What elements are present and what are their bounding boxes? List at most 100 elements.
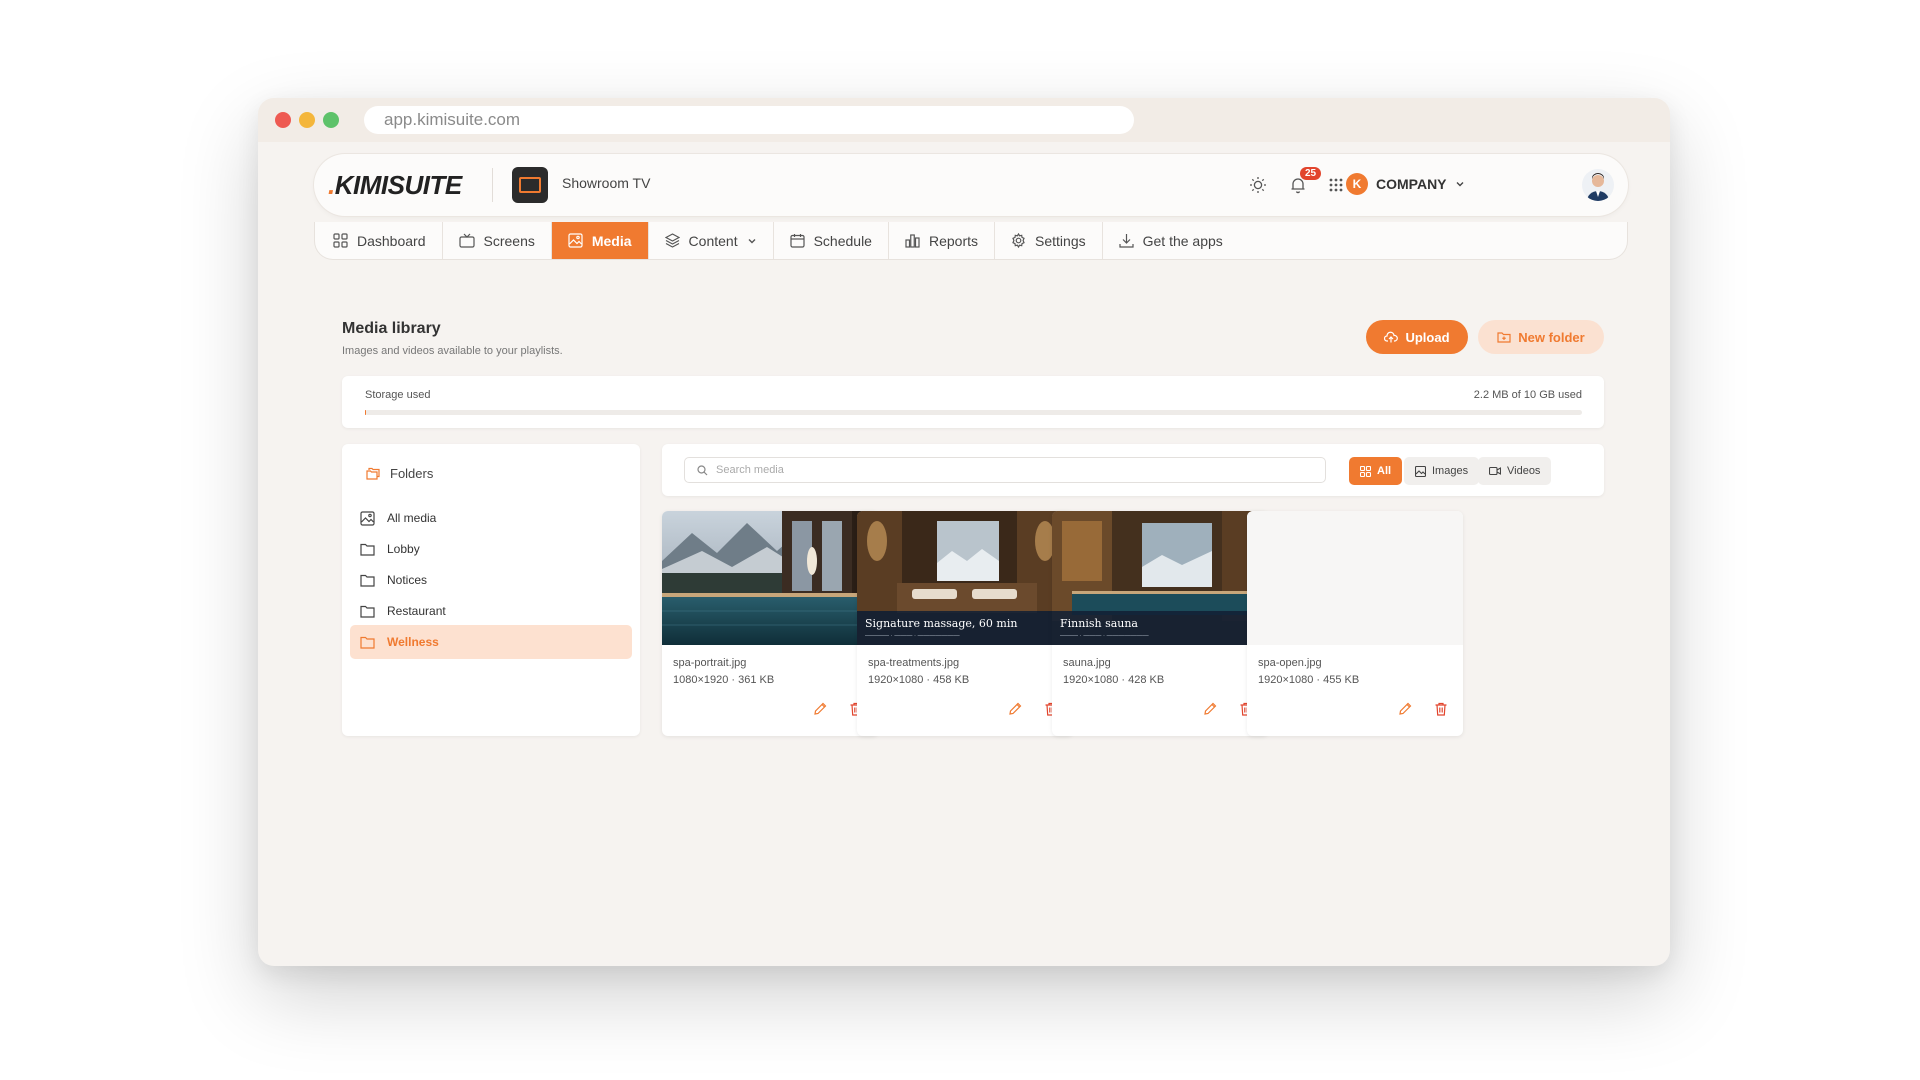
kimisuite-logo[interactable]: .KIMISUITE	[328, 170, 462, 201]
folder-item-restaurant[interactable]: Restaurant	[350, 594, 632, 628]
media-thumbnail[interactable]: Signature massage, 60 min ———— · ——— · —…	[857, 511, 1073, 645]
folders-panel: Folders All media Lobby Notices Restaura…	[342, 444, 640, 736]
image-icon	[1415, 465, 1426, 477]
search-input[interactable]	[716, 464, 1316, 476]
storage-label: Storage used	[365, 389, 431, 401]
storage-progress-bar	[365, 410, 1582, 415]
browser-window: app.kimisuite.com .KIMISUITE Showroom TV…	[258, 98, 1670, 966]
media-card[interactable]: Signature massage, 60 min ———— · ——— · —…	[857, 511, 1073, 736]
cloud-upload-icon	[1384, 331, 1399, 343]
edit-pencil-icon[interactable]	[1202, 701, 1218, 717]
media-file-meta: 1080×1920 · 361 KB	[673, 674, 775, 686]
tv-icon	[458, 233, 475, 248]
company-switcher[interactable]: K COMPANY	[1346, 173, 1465, 195]
filter-images-label: Images	[1432, 465, 1469, 477]
edit-pencil-icon[interactable]	[1007, 701, 1023, 717]
upload-button[interactable]: Upload	[1366, 320, 1468, 354]
thumbnail-caption-text: Signature massage, 60 min	[865, 617, 1018, 630]
nav-media[interactable]: Media	[551, 222, 649, 259]
folder-item-lobby[interactable]: Lobby	[350, 532, 632, 566]
nav-reports[interactable]: Reports	[889, 222, 996, 259]
app-launcher-button[interactable]	[1324, 173, 1348, 197]
media-toolbar: All Images Videos	[662, 444, 1604, 496]
gear-icon	[1012, 233, 1025, 248]
media-file-meta: 1920×1080 · 455 KB	[1258, 674, 1360, 686]
folders-title-label: Folders	[390, 466, 434, 481]
media-file-meta: 1920×1080 · 458 KB	[868, 674, 970, 686]
notification-count-badge: 25	[1300, 167, 1322, 180]
grid-icon	[1360, 465, 1371, 477]
media-card[interactable]: Finnish sauna ——— · ——— · ——————— sauna.…	[1052, 511, 1268, 736]
nav-schedule[interactable]: Schedule	[774, 222, 889, 259]
folders-icon	[366, 467, 380, 480]
nav-screens[interactable]: Screens	[443, 222, 552, 259]
nav-settings[interactable]: Settings	[995, 222, 1103, 259]
edit-pencil-icon[interactable]	[812, 701, 828, 717]
sun-icon	[1250, 177, 1266, 193]
maximize-window-button[interactable]	[323, 112, 339, 128]
nav-get-apps[interactable]: Get the apps	[1103, 222, 1239, 259]
screen-thumbnail[interactable]	[512, 167, 548, 203]
folder-item-wellness[interactable]: Wellness	[350, 625, 632, 659]
layers-icon	[664, 233, 680, 248]
thumbnail-caption: Finnish sauna ——— · ——— · ———————	[1052, 611, 1268, 645]
folders-title: Folders	[366, 466, 433, 481]
folder-icon	[360, 543, 375, 556]
grid-dots-icon	[1329, 178, 1343, 192]
screen-name[interactable]: Showroom TV	[562, 175, 650, 191]
folder-item-label: All media	[387, 511, 437, 525]
folder-item-label: Lobby	[387, 542, 420, 556]
edit-pencil-icon[interactable]	[1397, 701, 1413, 717]
folder-item-label: Notices	[387, 573, 428, 587]
filter-videos-button[interactable]: Videos	[1478, 457, 1552, 485]
page-title: Media library	[342, 320, 441, 337]
filter-all-button[interactable]: All	[1349, 457, 1403, 485]
user-avatar-image	[1587, 173, 1609, 201]
chevron-down-icon	[748, 238, 756, 243]
media-file-name: spa-treatments.jpg	[868, 657, 960, 669]
media-thumbnail[interactable]	[662, 511, 878, 645]
media-file-name: spa-portrait.jpg	[673, 657, 747, 669]
company-avatar: K	[1346, 173, 1368, 195]
folder-plus-icon	[1497, 332, 1511, 343]
download-icon	[1119, 234, 1134, 248]
header-divider	[492, 168, 493, 202]
user-avatar[interactable]	[1582, 169, 1614, 201]
nav-screens-label: Screens	[483, 232, 535, 249]
search-box[interactable]	[684, 457, 1326, 483]
delete-trash-icon[interactable]	[1433, 701, 1449, 717]
thumbnail-caption-detail: ———— · ——— · ———————	[865, 633, 960, 639]
nav-content-label: Content	[688, 232, 738, 249]
filter-images-button[interactable]: Images	[1404, 457, 1480, 485]
nav-dashboard[interactable]: Dashboard	[317, 222, 443, 259]
media-card[interactable]: spa-portrait.jpg 1080×1920 · 361 KB	[662, 511, 878, 736]
media-thumbnail[interactable]	[1247, 511, 1463, 645]
close-window-button[interactable]	[275, 112, 291, 128]
spa-pool-image	[662, 511, 878, 645]
thumbnail-caption-text: Finnish sauna	[1060, 617, 1138, 630]
media-card[interactable]: spa-open.jpg 1920×1080 · 455 KB	[1247, 511, 1463, 736]
notifications-button[interactable]: 25	[1286, 167, 1322, 197]
filter-videos-label: Videos	[1507, 465, 1541, 477]
page-subtitle: Images and videos available to your play…	[342, 345, 563, 357]
app-header: .KIMISUITE Showroom TV K COMPANY 25	[314, 154, 1628, 216]
thumbnail-caption: Signature massage, 60 min ———— · ——— · —…	[857, 611, 1073, 645]
media-thumbnail[interactable]: Finnish sauna ——— · ——— · ———————	[1052, 511, 1268, 645]
theme-toggle-button[interactable]	[1246, 173, 1270, 197]
storage-value: 2.2 MB of 10 GB used	[1473, 389, 1582, 401]
new-folder-button[interactable]: New folder	[1478, 320, 1604, 354]
search-icon	[697, 464, 708, 475]
nav-settings-label: Settings	[1035, 232, 1086, 249]
folder-item-label: Restaurant	[387, 604, 446, 618]
nav-content[interactable]: Content	[649, 222, 774, 259]
nav-schedule-label: Schedule	[813, 232, 872, 249]
image-icon	[360, 510, 375, 526]
folder-item-all-media[interactable]: All media	[350, 501, 632, 535]
company-label: COMPANY	[1376, 176, 1447, 192]
minimize-window-button[interactable]	[299, 112, 315, 128]
bar-chart-icon	[905, 234, 920, 248]
folder-item-label: Wellness	[387, 635, 439, 649]
folder-item-notices[interactable]: Notices	[350, 563, 632, 597]
address-bar[interactable]: app.kimisuite.com	[364, 106, 1134, 134]
calendar-icon	[789, 234, 805, 248]
